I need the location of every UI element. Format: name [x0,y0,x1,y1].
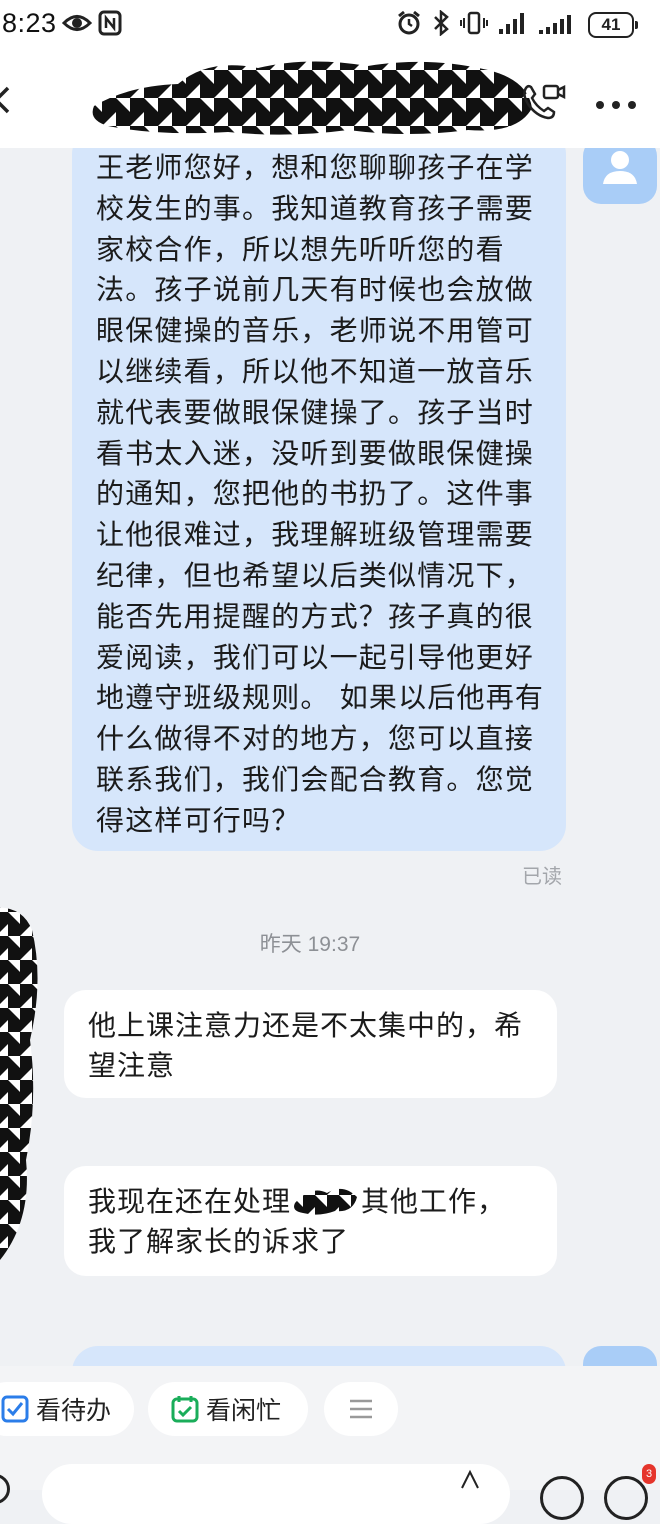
bluetooth-icon [432,9,450,40]
back-icon[interactable] [0,86,12,114]
nfc-icon [98,10,122,40]
emoji-icon[interactable] [540,1476,584,1520]
peer-avatar-redacted[interactable] [0,900,44,1270]
incoming-message-text: 他上课注意力还是不太集中的，希望注意 [88,1009,524,1082]
plus-icon[interactable] [604,1476,648,1520]
signal-icon [498,11,528,39]
todo-label: 看待办 [36,1396,112,1425]
incoming-message-text-start: 我现在还在处理 [88,1185,292,1218]
outgoing-message-text: 王老师您好，想和您聊聊孩子在学校发生的事。我知道教育孩子需要家校合作，所以想先听… [96,151,545,837]
contact-name [88,56,534,138]
voice-icon[interactable] [458,1468,484,1490]
calendar-check-icon [171,1396,199,1423]
chat-area[interactable]: 王老师您好，想和您聊聊孩子在学校发生的事。我知道教育孩子需要家校合作，所以想先听… [0,148,660,1366]
video-call-icon[interactable] [520,82,566,122]
user-icon [603,151,637,184]
menu-icon [350,1399,372,1419]
vibrate-icon [460,10,488,40]
inline-redaction [294,1188,358,1215]
quick-action-bar: 看待办 看闲忙 [0,1366,660,1452]
outgoing-message-partial[interactable] [72,1346,566,1366]
more-icon[interactable] [594,96,638,109]
notification-badge: 3 [642,1464,656,1484]
signal-icon [538,11,578,39]
alarm-icon [396,10,422,40]
message-input[interactable] [42,1464,510,1524]
status-right-icons: 41 [396,9,638,40]
redaction-scribble [92,61,532,135]
input-bar [0,1452,660,1524]
incoming-message[interactable]: 我现在还在处理 其他工作，我了解家长的诉求了 [64,1166,557,1276]
avatar[interactable] [583,1346,657,1366]
incoming-message[interactable]: 他上课注意力还是不太集中的，希望注意 [64,990,557,1098]
todo-button[interactable]: 看待办 [0,1382,134,1436]
read-status: 已读 [522,864,562,888]
outgoing-message[interactable]: 王老师您好，想和您聊聊孩子在学校发生的事。我知道教育孩子需要家校合作，所以想先听… [72,148,566,851]
status-left-icons [61,10,122,40]
battery-icon: 41 [588,12,638,38]
more-actions-button[interactable] [324,1382,398,1436]
eye-icon [61,12,93,38]
free-busy-label: 看闲忙 [206,1396,282,1425]
chat-header [0,52,660,148]
status-time: 8:23 [2,8,57,38]
status-bar: 8:23 41 [0,0,660,52]
free-busy-button[interactable]: 看闲忙 [148,1382,308,1436]
checklist-icon [1,1395,29,1423]
avatar[interactable] [583,148,657,204]
timestamp: 昨天 19:37 [259,933,361,956]
